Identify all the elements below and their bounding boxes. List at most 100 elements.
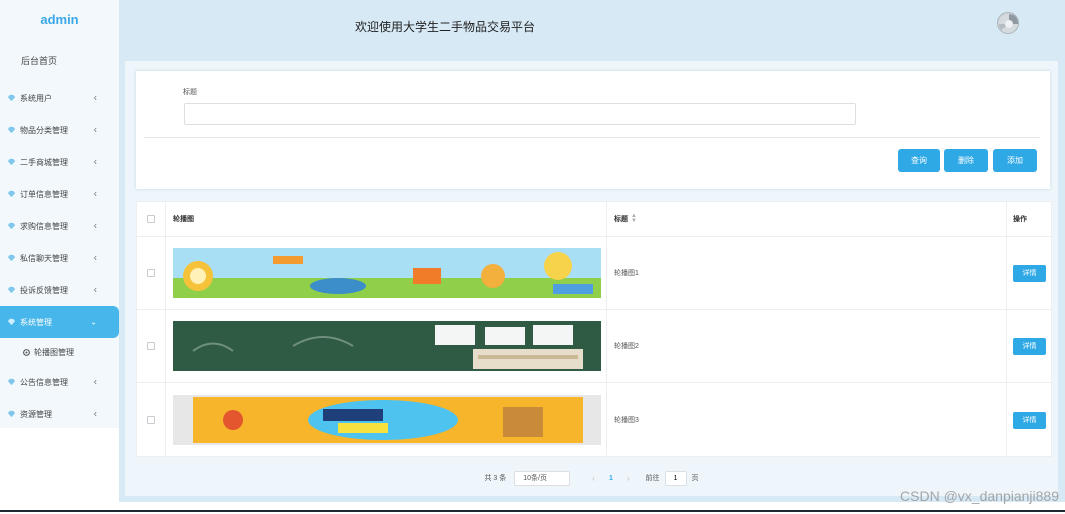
- data-table: 轮播图 标题 ▲ ▼ 操作 轮播图1 详情 轮播图2 详情 轮播图3 详情: [136, 201, 1052, 457]
- title-label: 标题: [183, 89, 197, 96]
- row-checkbox[interactable]: [147, 269, 155, 277]
- delete-button[interactable]: 删除: [944, 149, 988, 172]
- row-title: 轮播图3: [607, 383, 1007, 457]
- pagination: 共 3 条 10条/页 ‹ 1 › 前往 页: [125, 468, 1058, 488]
- column-header-title-label: 标题: [614, 216, 628, 223]
- sidebar-item-category[interactable]: 物品分类管理 ‹: [0, 114, 119, 146]
- main-content: 标题 查询 删除 添加 轮播图 标题 ▲ ▼ 操作 轮播图1 详情 轮播图2 详…: [125, 61, 1058, 496]
- diamond-icon: [6, 409, 16, 419]
- diamond-icon: [6, 221, 16, 231]
- row-checkbox[interactable]: [147, 416, 155, 424]
- table-header-row: 轮播图 标题 ▲ ▼ 操作: [137, 202, 1051, 237]
- chevron-left-icon: ‹: [93, 376, 97, 388]
- sidebar-item-label: 公告信息管理: [20, 377, 68, 387]
- add-button[interactable]: 添加: [993, 149, 1037, 172]
- chevron-left-icon: ‹: [93, 284, 97, 296]
- brand-logo: admin: [40, 11, 79, 27]
- avatar[interactable]: [997, 12, 1019, 34]
- chevron-down-icon: ⌄: [90, 317, 97, 327]
- column-header-actions: 操作: [1013, 216, 1027, 223]
- row-checkbox[interactable]: [147, 342, 155, 350]
- page-title: 欢迎使用大学生二手物品交易平台: [355, 20, 536, 34]
- goto-page-input[interactable]: [664, 470, 687, 486]
- search-panel: 标题 查询 删除 添加: [136, 71, 1050, 189]
- sidebar-item-wanted[interactable]: 求购信息管理 ‹: [0, 210, 119, 242]
- row-actions-cell: 详情: [1007, 237, 1051, 309]
- chevron-left-icon: ‹: [93, 220, 97, 232]
- diamond-icon: [6, 253, 16, 263]
- diamond-icon: [6, 317, 16, 327]
- prev-page-icon[interactable]: ‹: [592, 474, 595, 483]
- sidebar-item-messages[interactable]: 私信聊天管理 ‹: [0, 242, 119, 274]
- sidebar-item-label: 求购信息管理: [20, 221, 68, 231]
- sidebar-item-label: 资源管理: [20, 409, 52, 419]
- sidebar: admin 后台首页 系统用户 ‹ 物品分类管理 ‹ 二手商城管理 ‹ 订单信息…: [0, 0, 119, 502]
- column-header-title[interactable]: 标题 ▲ ▼: [607, 202, 1007, 236]
- detail-button[interactable]: 详情: [1013, 264, 1046, 282]
- sidebar-item-mall[interactable]: 二手商城管理 ‹: [0, 146, 119, 178]
- page-number-current[interactable]: 1: [609, 475, 613, 482]
- goto-suffix: 页: [691, 475, 699, 482]
- sort-icon[interactable]: ▲ ▼: [631, 213, 637, 224]
- row-actions-cell: 详情: [1007, 383, 1051, 457]
- diamond-icon: [6, 157, 16, 167]
- diamond-icon: [6, 125, 16, 135]
- sidebar-item-label: 私信聊天管理: [20, 253, 68, 263]
- chevron-left-icon: ‹: [93, 252, 97, 264]
- sidebar-subitem-carousel[interactable]: 轮播图管理: [0, 338, 119, 366]
- column-header-image: 轮播图: [166, 202, 607, 236]
- diamond-icon: [6, 93, 16, 103]
- row-image-cell: [166, 237, 607, 309]
- sidebar-item-home[interactable]: 后台首页: [0, 38, 119, 82]
- title-search-input[interactable]: [184, 103, 856, 125]
- sidebar-item-label: 物品分类管理: [20, 125, 68, 135]
- chevron-left-icon: ‹: [93, 408, 97, 420]
- watermark: CSDN @vx_danpianji889: [900, 488, 1059, 504]
- detail-button[interactable]: 详情: [1013, 411, 1046, 429]
- chevron-left-icon: ‹: [93, 188, 97, 200]
- row-image-cell: [166, 310, 607, 382]
- diamond-icon: [6, 189, 16, 199]
- diamond-icon: [6, 377, 16, 387]
- sidebar-item-notice[interactable]: 公告信息管理 ‹: [0, 366, 119, 398]
- row-title: 轮播图2: [607, 310, 1007, 382]
- sidebar-subitem-label: 轮播图管理: [34, 347, 74, 357]
- chevron-left-icon: ‹: [93, 92, 97, 104]
- query-button[interactable]: 查询: [898, 149, 940, 172]
- row-actions-cell: 详情: [1007, 310, 1051, 382]
- page-size-select[interactable]: 10条/页: [514, 470, 571, 486]
- goto-prefix: 前往: [645, 475, 660, 482]
- chevron-left-icon: ‹: [93, 156, 97, 168]
- sidebar-item-system[interactable]: 系统管理 ⌄: [0, 306, 119, 338]
- table-row: 轮播图3 详情: [137, 383, 1051, 457]
- carousel-banner-image: [173, 248, 601, 298]
- table-row: 轮播图2 详情: [137, 310, 1051, 383]
- diamond-icon: [6, 285, 16, 295]
- carousel-banner-image: [173, 321, 601, 371]
- gear-icon: [22, 348, 31, 357]
- sidebar-item-orders[interactable]: 订单信息管理 ‹: [0, 178, 119, 210]
- sidebar-item-feedback[interactable]: 投诉反馈管理 ‹: [0, 274, 119, 306]
- sidebar-item-label: 二手商城管理: [20, 157, 68, 167]
- row-title: 轮播图1: [607, 237, 1007, 309]
- footer-line: [0, 510, 1065, 512]
- sidebar-item-label: 投诉反馈管理: [20, 285, 68, 295]
- detail-button[interactable]: 详情: [1013, 337, 1046, 355]
- row-image-cell: [166, 383, 607, 457]
- row-check-cell: [137, 237, 166, 309]
- chevron-left-icon: ‹: [93, 124, 97, 136]
- row-check-cell: [137, 310, 166, 382]
- sidebar-item-label: 系统用户: [20, 93, 52, 103]
- select-all-checkbox[interactable]: [147, 215, 155, 223]
- sidebar-item-system-users[interactable]: 系统用户 ‹: [0, 82, 119, 114]
- pagination-total: 共 3 条: [484, 475, 507, 482]
- row-check-cell: [137, 383, 166, 457]
- next-page-icon[interactable]: ›: [627, 474, 630, 483]
- sidebar-item-label: 订单信息管理: [20, 189, 68, 199]
- divider: [144, 137, 1040, 138]
- carousel-banner-image: [173, 395, 601, 445]
- table-row: 轮播图1 详情: [137, 237, 1051, 310]
- select-all-cell: [137, 202, 166, 236]
- sidebar-empty-area: [0, 428, 119, 502]
- sidebar-item-resources[interactable]: 资源管理 ‹: [0, 398, 119, 430]
